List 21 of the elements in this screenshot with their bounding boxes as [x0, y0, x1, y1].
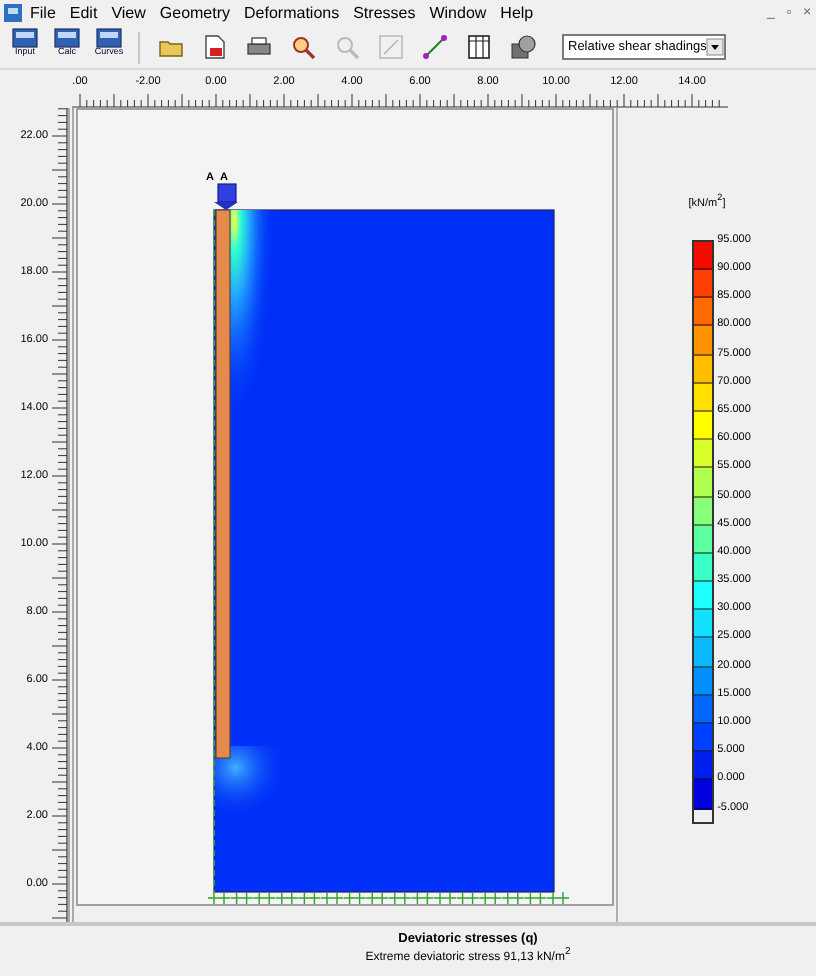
menu-item[interactable]: Stresses [353, 4, 416, 22]
camera-icon [509, 34, 535, 60]
menu-item[interactable]: Geometry [159, 4, 231, 22]
zoom-in-icon [289, 34, 315, 60]
document-icon [201, 34, 227, 60]
table-icon [465, 34, 491, 60]
app-icon [4, 4, 22, 22]
load-marker-icon [214, 183, 238, 210]
monitor-icon [12, 28, 38, 48]
menu-item[interactable]: Edit [69, 4, 98, 22]
zoom-out-icon [333, 34, 359, 60]
menu-item[interactable]: Help [500, 4, 534, 22]
menu-item[interactable]: View [111, 4, 146, 22]
monitor-icon [54, 28, 80, 48]
menu-item[interactable]: File [30, 4, 56, 22]
printer-icon [245, 34, 271, 60]
monitor-icon [96, 28, 122, 48]
menu-item[interactable]: Deformations [244, 4, 340, 22]
cross-section-icon [421, 34, 447, 60]
menu-item[interactable]: Window [429, 4, 487, 22]
resize-icon [377, 34, 403, 60]
